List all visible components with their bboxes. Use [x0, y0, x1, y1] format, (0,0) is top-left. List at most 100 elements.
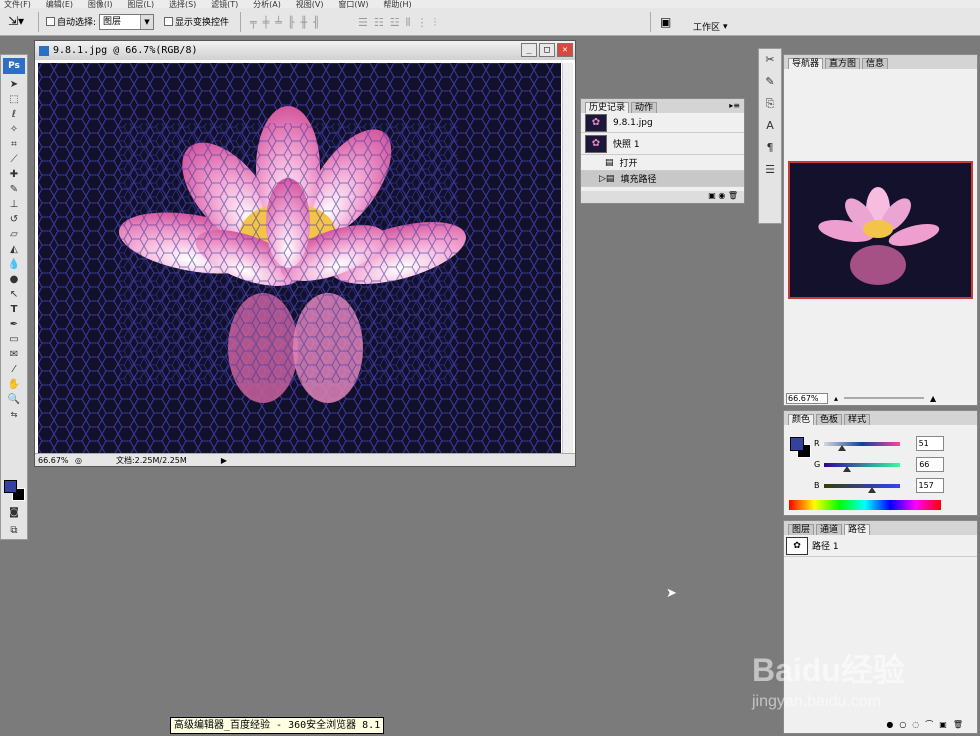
character-icon[interactable]: A: [759, 115, 781, 137]
tab-navigator[interactable]: 导航器: [788, 58, 824, 69]
tools-preset-icon[interactable]: ✂: [759, 49, 781, 71]
brushes-icon[interactable]: ✎: [759, 71, 781, 93]
slice-tool-icon[interactable]: ⟋: [1, 152, 27, 167]
align-left-icon[interactable]: ╟: [288, 16, 295, 29]
maximize-button[interactable]: □: [539, 43, 555, 57]
panel-menu-icon[interactable]: ▸≡: [729, 101, 740, 110]
trash-icon[interactable]: 🗑: [953, 720, 969, 729]
slider-thumb[interactable]: [842, 465, 851, 472]
distribute-left-icon[interactable]: ⦀: [406, 16, 411, 30]
new-path-icon[interactable]: ▣: [939, 720, 953, 729]
align-top-icon[interactable]: ╤: [250, 16, 257, 29]
foreground-color-swatch[interactable]: [4, 480, 17, 493]
trash-icon[interactable]: 🗑: [728, 191, 738, 200]
palette-well-icon[interactable]: ▣: [660, 15, 671, 29]
close-button[interactable]: ✕: [557, 43, 573, 57]
marquee-tool-icon[interactable]: ⬚: [1, 92, 27, 107]
status-menu-arrow-icon[interactable]: ▶: [221, 456, 227, 465]
zoom-tool-icon[interactable]: 🔍: [1, 392, 27, 407]
channel-slider-r[interactable]: [823, 441, 900, 451]
notes-tool-icon[interactable]: ✉: [1, 347, 27, 362]
channel-slider-g[interactable]: [824, 462, 901, 472]
tab-actions[interactable]: 动作: [631, 102, 658, 113]
crop-tool-icon[interactable]: ⌗: [1, 137, 27, 152]
hand-tool-icon[interactable]: ✋: [1, 377, 27, 392]
blur-tool-icon[interactable]: 💧: [1, 257, 27, 272]
brush-tool-icon[interactable]: ✎: [1, 182, 27, 197]
color-spectrum[interactable]: [789, 500, 941, 510]
fill-path-icon[interactable]: ●: [886, 720, 899, 729]
tab-layers[interactable]: 图层: [788, 524, 815, 535]
move-tool-icon[interactable]: ➤: [1, 77, 27, 92]
pen-tool-icon[interactable]: ✒: [1, 317, 27, 332]
show-transform-checkbox[interactable]: [164, 17, 173, 26]
quick-mask-icon[interactable]: ◙: [1, 505, 27, 520]
tab-history[interactable]: 历史记录: [585, 102, 630, 113]
magic-wand-icon[interactable]: ✧: [1, 122, 27, 137]
channel-value-g[interactable]: 66: [916, 457, 945, 472]
history-item[interactable]: ✿ 快照 1: [581, 133, 744, 155]
path-select-icon[interactable]: ↖: [1, 287, 27, 302]
image-canvas[interactable]: [38, 63, 561, 453]
zoom-readout[interactable]: 66.67%: [35, 456, 71, 465]
tab-histogram[interactable]: 直方图: [825, 58, 861, 69]
slider-thumb[interactable]: [868, 486, 877, 493]
new-snapshot-icon[interactable]: ◉: [718, 191, 725, 200]
minimize-button[interactable]: _: [521, 43, 537, 57]
load-selection-icon[interactable]: ◌: [912, 720, 925, 729]
tab-info[interactable]: 信息: [862, 58, 889, 69]
type-tool-icon[interactable]: T: [1, 302, 27, 317]
swap-colors-icon[interactable]: ⇆: [1, 407, 27, 422]
align-hcenter-icon[interactable]: ╫: [301, 16, 308, 29]
auto-select-checkbox[interactable]: [46, 17, 55, 26]
history-item[interactable]: ▤ 打开: [581, 155, 744, 171]
make-path-icon[interactable]: ⌒: [925, 720, 939, 729]
move-tool-icon[interactable]: ⇲▾: [8, 14, 24, 28]
distribute-top-icon[interactable]: ☰: [358, 16, 368, 30]
slider-thumb[interactable]: [837, 444, 846, 451]
new-document-icon[interactable]: ▣: [708, 191, 716, 200]
screen-mode-icon[interactable]: ⧉: [1, 523, 27, 538]
zoom-slider[interactable]: [844, 397, 925, 399]
tab-channels[interactable]: 通道: [816, 524, 843, 535]
distribute-right-icon[interactable]: ⫶: [433, 16, 436, 30]
layer-comps-icon[interactable]: ☰: [759, 159, 781, 181]
eraser-tool-icon[interactable]: ▱: [1, 227, 27, 242]
tab-paths[interactable]: 路径: [844, 524, 871, 535]
zoom-out-icon[interactable]: ▴: [834, 394, 838, 403]
distribute-hcenter-icon[interactable]: ⋮: [416, 16, 427, 30]
eyedropper-icon[interactable]: ⁄: [1, 362, 27, 377]
dodge-tool-icon[interactable]: ●: [1, 272, 27, 287]
document-titlebar[interactable]: 9.8.1.jpg @ 66.7%(RGB/8) _ □ ✕: [35, 41, 575, 60]
auto-select-dropdown[interactable]: 图层 ▼: [99, 14, 154, 30]
lasso-tool-icon[interactable]: ℓ: [1, 107, 27, 122]
clone-source-icon[interactable]: ⎘: [759, 93, 781, 115]
align-bottom-icon[interactable]: ╧: [275, 16, 282, 29]
distribute-bottom-icon[interactable]: ☳: [390, 16, 400, 30]
healing-brush-icon[interactable]: ✚: [1, 167, 27, 182]
color-fg-swatch[interactable]: [790, 437, 804, 451]
workspace-menu[interactable]: 工作区 ▾: [693, 20, 728, 34]
tab-styles[interactable]: 样式: [844, 414, 871, 425]
stroke-path-icon[interactable]: ○: [899, 720, 912, 729]
zoom-in-icon[interactable]: ▲: [930, 394, 936, 403]
paragraph-icon[interactable]: ¶: [759, 137, 781, 159]
navigator-preview[interactable]: [788, 161, 973, 299]
paint-bucket-icon[interactable]: ◭: [1, 242, 27, 257]
history-item-selected[interactable]: ▷▤ 填充路径: [581, 171, 744, 187]
distribute-vcenter-icon[interactable]: ☷: [374, 16, 384, 30]
tab-color[interactable]: 颜色: [788, 414, 815, 425]
history-brush-icon[interactable]: ↺: [1, 212, 27, 227]
align-vcenter-icon[interactable]: ╪: [263, 16, 270, 29]
stamp-tool-icon[interactable]: ⊥: [1, 197, 27, 212]
channel-value-b[interactable]: 157: [915, 478, 944, 493]
shape-tool-icon[interactable]: ▭: [1, 332, 27, 347]
path-row[interactable]: ✿ 路径 1: [784, 535, 977, 557]
channel-value-r[interactable]: 51: [915, 436, 944, 451]
channel-slider-b[interactable]: [823, 483, 900, 493]
navigator-zoom-value[interactable]: 66.67%: [786, 392, 828, 404]
history-snapshot-row[interactable]: ✿ 9.8.1.jpg: [581, 113, 744, 133]
align-right-icon[interactable]: ╢: [313, 16, 320, 29]
tab-swatches[interactable]: 色板: [816, 414, 843, 425]
vertical-scrollbar[interactable]: [562, 63, 573, 453]
